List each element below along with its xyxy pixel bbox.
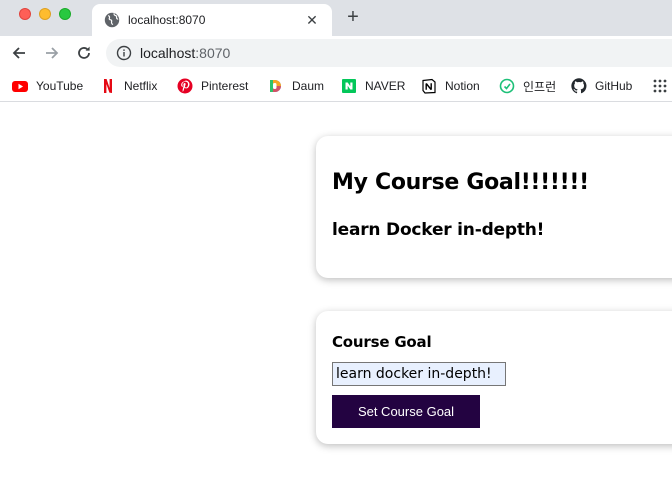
bookmark-label: NAVER [365,79,406,93]
netflix-icon [104,79,112,93]
reload-icon[interactable] [71,40,97,66]
info-icon[interactable] [116,45,132,61]
apps-grid-icon[interactable] [652,77,668,95]
bookmark-label: Notion [445,79,480,93]
bookmark-label: YouTube [36,79,84,93]
page-title: My Course Goal!!!!!!! [332,170,589,195]
plus-icon[interactable]: + [342,6,364,28]
tab-title: localhost:8070 [128,13,206,27]
bookmark-notion[interactable]: Notion [421,77,480,95]
close-icon[interactable]: ✕ [302,10,322,30]
bookmark-label: Pinterest [201,79,249,93]
url-text: localhost:8070 [140,45,230,61]
url-port: :8070 [195,45,231,61]
browser-tab[interactable]: localhost:8070 ✕ [92,4,332,36]
browser-toolbar: localhost:8070 [0,36,672,70]
close-window-button[interactable] [19,8,31,20]
url-host: localhost [140,45,196,61]
pinterest-icon [177,78,193,94]
bookmark-inflearn[interactable]: 인프런 [499,77,556,95]
daum-icon [270,80,281,92]
bookmark-github[interactable]: GitHub [571,77,632,95]
bookmark-naver[interactable]: NAVER [341,77,405,95]
bookmark-daum[interactable]: Daum [268,77,324,95]
inflearn-icon [499,78,515,94]
notion-icon [422,78,436,94]
minimize-window-button[interactable] [39,8,51,20]
goal-card: My Course Goal!!!!!!! learn Docker in-de… [316,136,672,278]
set-course-goal-button[interactable]: Set Course Goal [332,395,480,428]
bookmark-pinterest[interactable]: Pinterest [177,77,248,95]
naver-icon [342,79,356,93]
current-goal-text: learn Docker in-depth! [332,220,545,240]
bookmark-label: Netflix [124,79,158,93]
bookmark-label: 인프런 [523,79,557,94]
arrow-left-icon[interactable] [6,40,32,66]
tab-strip: localhost:8070 ✕ + [0,0,672,36]
maximize-window-button[interactable] [59,8,71,20]
bookmarks-bar: YouTube Netflix Pinterest Daum NAVER Not… [0,70,672,102]
youtube-icon [12,81,28,92]
course-goal-label: Course Goal [332,333,432,351]
address-bar[interactable]: localhost:8070 [106,39,672,67]
bookmark-youtube[interactable]: YouTube [12,77,83,95]
bookmark-netflix[interactable]: Netflix [100,77,157,95]
goal-form-card: Course Goal Set Course Goal [316,311,672,444]
bookmark-label: Daum [292,79,325,93]
github-icon [571,78,587,94]
globe-icon [104,12,120,28]
course-goal-input[interactable] [332,362,506,386]
bookmark-label: GitHub [595,79,633,93]
arrow-right-icon[interactable] [39,40,65,66]
